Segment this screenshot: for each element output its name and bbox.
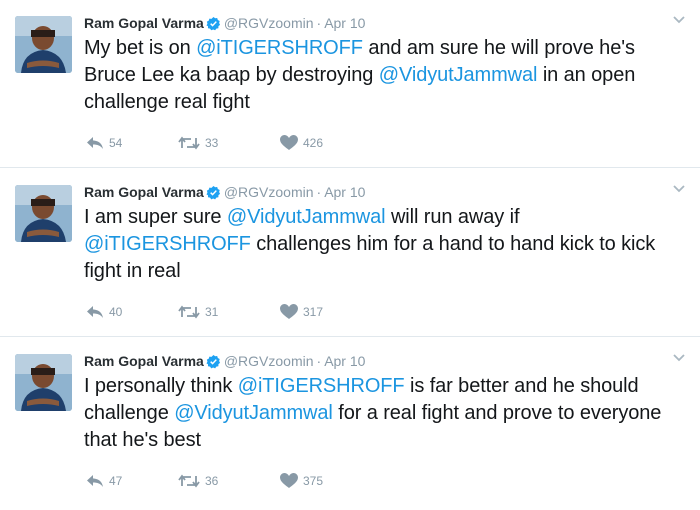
tweet-header: Ram Gopal Varma @RGVzoomin · Apr 10: [84, 14, 365, 35]
reply-count: 54: [109, 135, 123, 150]
avatar[interactable]: [15, 185, 72, 242]
avatar[interactable]: [15, 354, 72, 411]
verified-badge-icon: [206, 16, 221, 35]
reply-count: 47: [109, 473, 123, 488]
avatar[interactable]: [15, 16, 72, 73]
tweet-date[interactable]: Apr 10: [324, 184, 365, 200]
reply-button[interactable]: 40: [86, 304, 122, 319]
separator: ·: [316, 184, 322, 200]
separator: ·: [316, 353, 322, 369]
mention-link[interactable]: @iTIGERSHROFF: [238, 375, 405, 397]
chevron-down-icon[interactable]: [672, 181, 686, 199]
text-segment: I am super sure: [84, 206, 227, 228]
retweet-button[interactable]: 33: [178, 135, 218, 150]
text-segment: will run away if: [385, 206, 520, 228]
author-handle[interactable]: @RGVzoomin: [224, 353, 314, 369]
reply-icon: [87, 136, 103, 149]
like-button[interactable]: 317: [280, 304, 324, 320]
tweet[interactable]: Ram Gopal Varma @RGVzoomin · Apr 10 I perso…: [0, 338, 700, 510]
tweet-text: I personally think @iTIGERSHROFF is far …: [84, 373, 689, 454]
reply-count: 40: [109, 304, 123, 319]
retweet-count: 33: [205, 135, 219, 150]
retweet-icon: [178, 474, 200, 488]
avatar-image: [15, 354, 72, 411]
tweet-text: I am super sure @VidyutJammwal will run …: [84, 204, 689, 285]
like-button[interactable]: 426: [280, 135, 324, 151]
tweet-feed: Ram Gopal Varma @RGVzoomin · Apr 10 My bet …: [0, 0, 700, 510]
retweet-button[interactable]: 36: [178, 473, 218, 488]
reply-icon: [87, 474, 103, 487]
reply-icon: [87, 305, 103, 318]
tweet[interactable]: Ram Gopal Varma @RGVzoomin · Apr 10 My bet …: [0, 0, 700, 168]
author-handle[interactable]: @RGVzoomin: [224, 184, 314, 200]
reply-button[interactable]: 47: [86, 473, 122, 488]
mention-link[interactable]: @iTIGERSHROFF: [84, 233, 251, 255]
mention-link[interactable]: @iTIGERSHROFF: [196, 37, 363, 59]
retweet-count: 31: [205, 304, 219, 319]
tweet[interactable]: Ram Gopal Varma @RGVzoomin · Apr 10 I am su…: [0, 169, 700, 337]
author-handle[interactable]: @RGVzoomin: [224, 15, 314, 31]
separator: ·: [316, 15, 322, 31]
tweet-date[interactable]: Apr 10: [324, 353, 365, 369]
mention-link[interactable]: @VidyutJammwal: [227, 206, 386, 228]
tweet-text: My bet is on @iTIGERSHROFF and am sure h…: [84, 35, 689, 116]
verified-badge-icon: [206, 185, 221, 204]
like-count: 426: [303, 135, 324, 150]
author-name[interactable]: Ram Gopal Varma: [84, 184, 204, 200]
retweet-icon: [178, 136, 200, 150]
avatar-image: [15, 16, 72, 73]
text-segment: I personally think: [84, 375, 238, 397]
mention-link[interactable]: @VidyutJammwal: [174, 402, 333, 424]
like-button[interactable]: 375: [280, 473, 324, 489]
author-name[interactable]: Ram Gopal Varma: [84, 15, 204, 31]
chevron-down-icon[interactable]: [672, 12, 686, 30]
heart-icon: [280, 473, 298, 489]
retweet-button[interactable]: 31: [178, 304, 218, 319]
retweet-icon: [178, 305, 200, 319]
heart-icon: [280, 135, 298, 151]
chevron-down-icon[interactable]: [672, 350, 686, 368]
mention-link[interactable]: @VidyutJammwal: [379, 64, 538, 86]
tweet-header: Ram Gopal Varma @RGVzoomin · Apr 10: [84, 183, 365, 204]
author-name[interactable]: Ram Gopal Varma: [84, 353, 204, 369]
avatar-image: [15, 185, 72, 242]
tweet-date[interactable]: Apr 10: [324, 15, 365, 31]
reply-button[interactable]: 54: [86, 135, 122, 150]
like-count: 317: [303, 304, 324, 319]
heart-icon: [280, 304, 298, 320]
like-count: 375: [303, 473, 324, 488]
text-segment: My bet is on: [84, 37, 197, 59]
retweet-count: 36: [205, 473, 219, 488]
tweet-header: Ram Gopal Varma @RGVzoomin · Apr 10: [84, 352, 365, 373]
verified-badge-icon: [206, 354, 221, 373]
